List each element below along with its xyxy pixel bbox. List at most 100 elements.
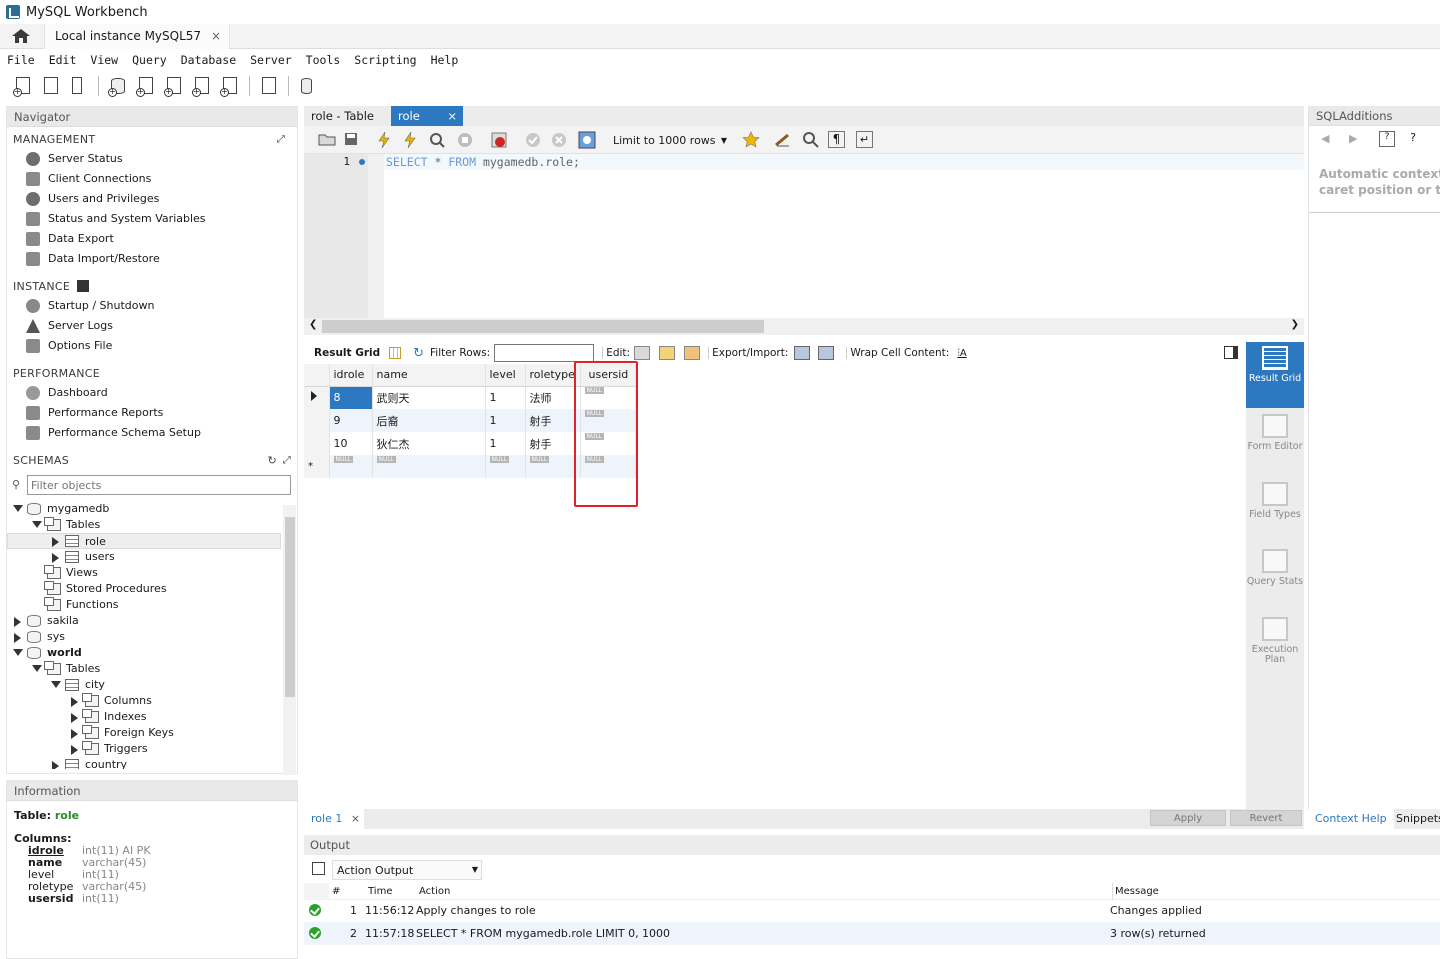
tree-schema-sakila[interactable]: sakila <box>7 613 79 629</box>
explain-icon[interactable] <box>428 131 446 149</box>
tab-snippets[interactable]: Snippets <box>1390 809 1440 829</box>
create-table-icon[interactable]: + <box>135 75 157 97</box>
expand-arrow-icon[interactable] <box>71 697 78 707</box>
grid-cell[interactable]: 射手 <box>525 432 581 455</box>
tree-views-folder[interactable]: Views <box>7 565 98 581</box>
tree-foreign-keys[interactable]: Foreign Keys <box>7 725 174 741</box>
grid-cell[interactable]: 狄仁杰 <box>372 432 486 455</box>
tree-tables-folder[interactable]: Tables <box>7 661 100 677</box>
expand-arrow-icon[interactable] <box>71 729 78 739</box>
nav-server-logs[interactable]: Server Logs <box>7 316 297 336</box>
row-indicator[interactable] <box>304 432 330 455</box>
open-sql-script-icon[interactable] <box>40 75 62 97</box>
stop-icon[interactable] <box>456 131 474 149</box>
beautify-icon[interactable] <box>774 131 792 149</box>
limit-rows-select[interactable]: Limit to 1000 rows ▼ <box>608 132 730 149</box>
grid-view-icon[interactable] <box>389 347 402 359</box>
close-icon[interactable]: × <box>211 29 221 49</box>
tree-schema-world[interactable]: world <box>7 645 82 661</box>
side-field-types-button[interactable]: Field Types <box>1246 482 1304 542</box>
tree-table-users[interactable]: users <box>7 549 115 565</box>
tree-schema-sys[interactable]: sys <box>7 629 65 645</box>
autocommit-icon[interactable] <box>578 131 596 149</box>
open-folder-icon[interactable] <box>318 132 336 146</box>
commit-icon[interactable] <box>524 131 542 149</box>
nav-data-import[interactable]: Data Import/Restore <box>7 249 297 269</box>
expand-arrow-icon[interactable] <box>71 745 78 755</box>
tree-tables-folder[interactable]: Tables <box>7 517 100 533</box>
reconnect-icon[interactable] <box>297 75 319 97</box>
delete-row-icon[interactable] <box>684 346 701 360</box>
grid-cell[interactable]: 1 <box>485 432 526 455</box>
tree-triggers[interactable]: Triggers <box>7 741 148 757</box>
nav-startup-shutdown[interactable]: Startup / Shutdown <box>7 296 297 316</box>
filter-rows-input[interactable] <box>494 344 595 362</box>
menu-edit[interactable]: Edit <box>42 53 84 67</box>
inspector-icon[interactable] <box>68 75 90 97</box>
refresh-icon[interactable]: ↻ <box>413 346 424 361</box>
tree-table-city[interactable]: city <box>7 677 105 693</box>
result-tab[interactable]: role 1 × <box>304 809 364 829</box>
toggle-sidebar-icon[interactable] <box>1224 346 1238 359</box>
execute-icon[interactable] <box>376 131 392 149</box>
grid-cell[interactable]: 射手 <box>525 409 581 432</box>
grid-cell[interactable]: 9 <box>329 409 373 432</box>
tree-procedures-folder[interactable]: Stored Procedures <box>7 581 167 597</box>
nav-dashboard[interactable]: Dashboard <box>7 383 297 403</box>
scrollbar-thumb[interactable] <box>285 517 295 697</box>
nav-status-variables[interactable]: Status and System Variables <box>7 209 297 229</box>
home-icon[interactable] <box>10 27 32 45</box>
refresh-icon[interactable]: ↻ <box>267 452 277 470</box>
tree-columns[interactable]: Columns <box>7 693 152 709</box>
execute-current-icon[interactable] <box>402 131 418 149</box>
grid-cell[interactable]: NULL <box>329 455 373 478</box>
column-header-level[interactable]: level <box>485 364 526 387</box>
expand-arrow-icon[interactable] <box>52 537 59 547</box>
output-col-number[interactable]: # <box>332 883 340 900</box>
expand-arrow-icon[interactable] <box>14 617 21 627</box>
edit-row-icon[interactable] <box>634 346 651 360</box>
expand-arrow-icon[interactable] <box>51 681 61 688</box>
invisible-chars-icon[interactable]: ¶ <box>828 131 845 148</box>
menu-query[interactable]: Query <box>125 53 174 67</box>
output-col-action[interactable]: Action <box>419 883 450 900</box>
create-schema-icon[interactable]: + <box>107 75 129 97</box>
side-query-stats-button[interactable]: Query Stats <box>1246 549 1304 609</box>
context-help-icon[interactable]: ? <box>1379 131 1395 147</box>
menu-view[interactable]: View <box>83 53 125 67</box>
close-icon[interactable]: × <box>447 106 457 126</box>
create-function-icon[interactable]: + <box>219 75 241 97</box>
side-form-editor-button[interactable]: Form Editor <box>1246 414 1304 474</box>
import-icon[interactable] <box>818 346 835 360</box>
sql-editor[interactable]: 1 SELECT * FROM mygamedb.role; <box>304 154 1304 318</box>
create-procedure-icon[interactable]: + <box>191 75 213 97</box>
expand-arrow-icon[interactable] <box>13 649 23 656</box>
output-col-time[interactable]: Time <box>368 883 392 900</box>
auto-help-icon[interactable]: ? <box>1405 131 1421 147</box>
grid-cell[interactable]: 8 <box>329 386 373 409</box>
output-row[interactable]: 1 11:56:12 Apply changes to role Changes… <box>304 899 1440 922</box>
grid-cell[interactable]: 后裔 <box>372 409 486 432</box>
export-icon[interactable] <box>794 346 811 360</box>
tree-functions-folder[interactable]: Functions <box>7 597 119 613</box>
expand-arrow-icon[interactable] <box>32 665 42 672</box>
expand-arrow-icon[interactable] <box>32 521 42 528</box>
back-icon[interactable]: ◀ <box>1321 132 1329 145</box>
filter-objects-input[interactable] <box>28 476 290 494</box>
expand-arrow-icon[interactable] <box>52 553 59 563</box>
output-col-message[interactable]: Message <box>1112 883 1159 900</box>
nav-client-connections[interactable]: Client Connections <box>7 169 297 189</box>
wrap-toggle-icon[interactable]: ⫶A <box>957 348 966 359</box>
word-wrap-icon[interactable]: ↵ <box>856 131 873 148</box>
column-header-roletype[interactable]: roletype <box>525 364 581 387</box>
expand-icon[interactable]: ⤢ <box>283 452 291 470</box>
expand-arrow-icon[interactable] <box>14 633 21 643</box>
column-header-name[interactable]: name <box>372 364 486 387</box>
new-sql-tab-icon[interactable]: + <box>12 75 34 97</box>
expand-arrow-icon[interactable] <box>13 505 23 512</box>
expand-icon[interactable]: ⤢ <box>277 131 285 149</box>
tree-indexes[interactable]: Indexes <box>7 709 146 725</box>
create-view-icon[interactable]: + <box>163 75 185 97</box>
grid-cell[interactable]: NULL <box>372 455 486 478</box>
insert-row-icon[interactable] <box>659 346 676 360</box>
